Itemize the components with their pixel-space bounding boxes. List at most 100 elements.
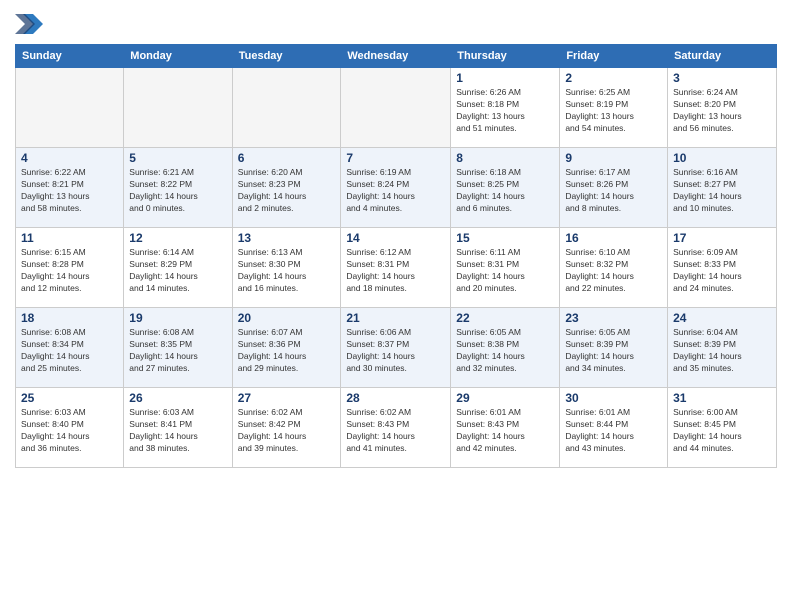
day-info: Sunrise: 6:17 AM Sunset: 8:26 PM Dayligh… bbox=[565, 167, 662, 215]
day-number: 10 bbox=[673, 151, 771, 165]
calendar-day-28: 28 Sunrise: 6:02 AM Sunset: 8:43 PM Dayli… bbox=[341, 388, 451, 468]
calendar-day-13: 13 Sunrise: 6:13 AM Sunset: 8:30 PM Dayli… bbox=[232, 228, 341, 308]
day-number: 2 bbox=[565, 71, 662, 85]
day-number: 12 bbox=[129, 231, 226, 245]
calendar-day-14: 14 Sunrise: 6:12 AM Sunset: 8:31 PM Dayli… bbox=[341, 228, 451, 308]
calendar-day-29: 29 Sunrise: 6:01 AM Sunset: 8:43 PM Dayli… bbox=[451, 388, 560, 468]
calendar-day-15: 15 Sunrise: 6:11 AM Sunset: 8:31 PM Dayli… bbox=[451, 228, 560, 308]
day-info: Sunrise: 6:02 AM Sunset: 8:42 PM Dayligh… bbox=[238, 407, 336, 455]
day-number: 5 bbox=[129, 151, 226, 165]
calendar-empty-cell bbox=[124, 68, 232, 148]
page: SundayMondayTuesdayWednesdayThursdayFrid… bbox=[0, 0, 792, 478]
day-number: 20 bbox=[238, 311, 336, 325]
day-info: Sunrise: 6:21 AM Sunset: 8:22 PM Dayligh… bbox=[129, 167, 226, 215]
calendar-week-row: 25 Sunrise: 6:03 AM Sunset: 8:40 PM Dayli… bbox=[16, 388, 777, 468]
day-number: 28 bbox=[346, 391, 445, 405]
calendar-day-7: 7Sunrise: 6:19 AM Sunset: 8:24 PM Daylig… bbox=[341, 148, 451, 228]
day-info: Sunrise: 6:06 AM Sunset: 8:37 PM Dayligh… bbox=[346, 327, 445, 375]
day-number: 26 bbox=[129, 391, 226, 405]
day-number: 27 bbox=[238, 391, 336, 405]
day-number: 31 bbox=[673, 391, 771, 405]
calendar-week-row: 18Sunrise: 6:08 AM Sunset: 8:34 PM Dayli… bbox=[16, 308, 777, 388]
calendar-day-17: 17Sunrise: 6:09 AM Sunset: 8:33 PM Dayli… bbox=[668, 228, 777, 308]
day-info: Sunrise: 6:13 AM Sunset: 8:30 PM Dayligh… bbox=[238, 247, 336, 295]
day-info: Sunrise: 6:03 AM Sunset: 8:40 PM Dayligh… bbox=[21, 407, 118, 455]
calendar-empty-cell bbox=[341, 68, 451, 148]
weekday-header-row: SundayMondayTuesdayWednesdayThursdayFrid… bbox=[16, 45, 777, 68]
day-info: Sunrise: 6:02 AM Sunset: 8:43 PM Dayligh… bbox=[346, 407, 445, 455]
calendar-day-30: 30Sunrise: 6:01 AM Sunset: 8:44 PM Dayli… bbox=[560, 388, 668, 468]
calendar-day-23: 23 Sunrise: 6:05 AM Sunset: 8:39 PM Dayli… bbox=[560, 308, 668, 388]
calendar-empty-cell bbox=[232, 68, 341, 148]
calendar-empty-cell bbox=[16, 68, 124, 148]
weekday-header-sunday: Sunday bbox=[16, 45, 124, 68]
day-number: 16 bbox=[565, 231, 662, 245]
day-number: 21 bbox=[346, 311, 445, 325]
day-info: Sunrise: 6:08 AM Sunset: 8:35 PM Dayligh… bbox=[129, 327, 226, 375]
day-info: Sunrise: 6:12 AM Sunset: 8:31 PM Dayligh… bbox=[346, 247, 445, 295]
day-info: Sunrise: 6:07 AM Sunset: 8:36 PM Dayligh… bbox=[238, 327, 336, 375]
day-info: Sunrise: 6:05 AM Sunset: 8:38 PM Dayligh… bbox=[456, 327, 554, 375]
day-info: Sunrise: 6:04 AM Sunset: 8:39 PM Dayligh… bbox=[673, 327, 771, 375]
calendar-week-row: 4Sunrise: 6:22 AM Sunset: 8:21 PM Daylig… bbox=[16, 148, 777, 228]
calendar-day-18: 18Sunrise: 6:08 AM Sunset: 8:34 PM Dayli… bbox=[16, 308, 124, 388]
day-info: Sunrise: 6:15 AM Sunset: 8:28 PM Dayligh… bbox=[21, 247, 118, 295]
day-number: 14 bbox=[346, 231, 445, 245]
calendar-day-22: 22 Sunrise: 6:05 AM Sunset: 8:38 PM Dayli… bbox=[451, 308, 560, 388]
weekday-header-wednesday: Wednesday bbox=[341, 45, 451, 68]
calendar-day-3: 3Sunrise: 6:24 AM Sunset: 8:20 PM Daylig… bbox=[668, 68, 777, 148]
day-number: 3 bbox=[673, 71, 771, 85]
day-info: Sunrise: 6:01 AM Sunset: 8:44 PM Dayligh… bbox=[565, 407, 662, 455]
calendar-day-25: 25 Sunrise: 6:03 AM Sunset: 8:40 PM Dayli… bbox=[16, 388, 124, 468]
calendar-day-1: 1 Sunrise: 6:26 AM Sunset: 8:18 PM Daylig… bbox=[451, 68, 560, 148]
day-number: 29 bbox=[456, 391, 554, 405]
day-info: Sunrise: 6:16 AM Sunset: 8:27 PM Dayligh… bbox=[673, 167, 771, 215]
day-number: 24 bbox=[673, 311, 771, 325]
calendar-day-12: 12 Sunrise: 6:14 AM Sunset: 8:29 PM Dayli… bbox=[124, 228, 232, 308]
day-number: 11 bbox=[21, 231, 118, 245]
calendar-day-26: 26 Sunrise: 6:03 AM Sunset: 8:41 PM Dayli… bbox=[124, 388, 232, 468]
weekday-header-tuesday: Tuesday bbox=[232, 45, 341, 68]
day-number: 8 bbox=[456, 151, 554, 165]
day-info: Sunrise: 6:11 AM Sunset: 8:31 PM Dayligh… bbox=[456, 247, 554, 295]
day-info: Sunrise: 6:10 AM Sunset: 8:32 PM Dayligh… bbox=[565, 247, 662, 295]
day-info: Sunrise: 6:22 AM Sunset: 8:21 PM Dayligh… bbox=[21, 167, 118, 215]
calendar-day-4: 4Sunrise: 6:22 AM Sunset: 8:21 PM Daylig… bbox=[16, 148, 124, 228]
day-info: Sunrise: 6:05 AM Sunset: 8:39 PM Dayligh… bbox=[565, 327, 662, 375]
day-info: Sunrise: 6:19 AM Sunset: 8:24 PM Dayligh… bbox=[346, 167, 445, 215]
calendar-day-19: 19Sunrise: 6:08 AM Sunset: 8:35 PM Dayli… bbox=[124, 308, 232, 388]
logo bbox=[15, 10, 47, 38]
logo-icon bbox=[15, 10, 43, 38]
day-info: Sunrise: 6:08 AM Sunset: 8:34 PM Dayligh… bbox=[21, 327, 118, 375]
day-info: Sunrise: 6:18 AM Sunset: 8:25 PM Dayligh… bbox=[456, 167, 554, 215]
day-info: Sunrise: 6:25 AM Sunset: 8:19 PM Dayligh… bbox=[565, 87, 662, 135]
day-number: 13 bbox=[238, 231, 336, 245]
calendar-day-27: 27 Sunrise: 6:02 AM Sunset: 8:42 PM Dayli… bbox=[232, 388, 341, 468]
calendar-day-20: 20 Sunrise: 6:07 AM Sunset: 8:36 PM Dayli… bbox=[232, 308, 341, 388]
calendar-day-2: 2 Sunrise: 6:25 AM Sunset: 8:19 PM Daylig… bbox=[560, 68, 668, 148]
day-number: 1 bbox=[456, 71, 554, 85]
calendar-week-row: 1 Sunrise: 6:26 AM Sunset: 8:18 PM Daylig… bbox=[16, 68, 777, 148]
day-number: 15 bbox=[456, 231, 554, 245]
calendar-day-24: 24 Sunrise: 6:04 AM Sunset: 8:39 PM Dayli… bbox=[668, 308, 777, 388]
calendar-day-16: 16 Sunrise: 6:10 AM Sunset: 8:32 PM Dayli… bbox=[560, 228, 668, 308]
calendar-week-row: 11 Sunrise: 6:15 AM Sunset: 8:28 PM Dayli… bbox=[16, 228, 777, 308]
day-number: 9 bbox=[565, 151, 662, 165]
day-number: 25 bbox=[21, 391, 118, 405]
day-info: Sunrise: 6:01 AM Sunset: 8:43 PM Dayligh… bbox=[456, 407, 554, 455]
day-number: 6 bbox=[238, 151, 336, 165]
day-number: 23 bbox=[565, 311, 662, 325]
day-info: Sunrise: 6:00 AM Sunset: 8:45 PM Dayligh… bbox=[673, 407, 771, 455]
day-info: Sunrise: 6:26 AM Sunset: 8:18 PM Dayligh… bbox=[456, 87, 554, 135]
calendar-day-8: 8 Sunrise: 6:18 AM Sunset: 8:25 PM Daylig… bbox=[451, 148, 560, 228]
day-info: Sunrise: 6:14 AM Sunset: 8:29 PM Dayligh… bbox=[129, 247, 226, 295]
day-number: 22 bbox=[456, 311, 554, 325]
day-info: Sunrise: 6:03 AM Sunset: 8:41 PM Dayligh… bbox=[129, 407, 226, 455]
calendar-day-31: 31 Sunrise: 6:00 AM Sunset: 8:45 PM Dayli… bbox=[668, 388, 777, 468]
calendar-day-21: 21 Sunrise: 6:06 AM Sunset: 8:37 PM Dayli… bbox=[341, 308, 451, 388]
calendar-day-5: 5 Sunrise: 6:21 AM Sunset: 8:22 PM Daylig… bbox=[124, 148, 232, 228]
day-number: 17 bbox=[673, 231, 771, 245]
header bbox=[15, 10, 777, 38]
weekday-header-thursday: Thursday bbox=[451, 45, 560, 68]
calendar-day-9: 9 Sunrise: 6:17 AM Sunset: 8:26 PM Daylig… bbox=[560, 148, 668, 228]
